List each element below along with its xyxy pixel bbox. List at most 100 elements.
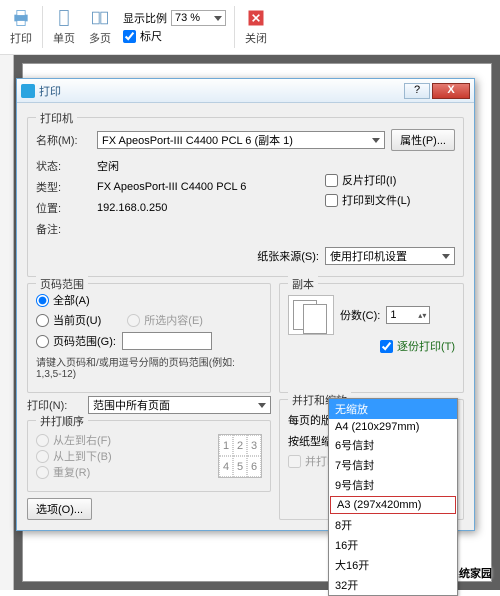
chevron-down-icon — [214, 16, 222, 21]
order-rp-radio: 重复(R) — [36, 464, 212, 480]
status-label: 状态: — [36, 158, 91, 174]
order-lr-radio: 从左到右(F) — [36, 432, 212, 448]
papersource-label: 纸张来源(S): — [257, 248, 319, 264]
order-tb-input — [36, 450, 49, 463]
where-value: 192.168.0.250 — [97, 202, 167, 214]
ruler-check-input[interactable] — [123, 30, 136, 43]
spinner-arrows-icon: ▴▾ — [418, 311, 426, 320]
dropdown-option[interactable]: 大16开 — [329, 555, 457, 575]
close-button[interactable]: X — [432, 83, 470, 99]
printwhat-label: 打印(N): — [27, 397, 82, 413]
ribbon-multipage-label: 多页 — [89, 30, 111, 46]
papersource-value: 使用打印机设置 — [330, 248, 407, 264]
copies-legend: 副本 — [288, 276, 318, 292]
range-pages-radio[interactable]: 页码范围(G): — [36, 333, 116, 349]
order-rp-label: 重复(R) — [53, 464, 90, 480]
order-tb-radio: 从上到下(B) — [36, 448, 212, 464]
pagerange-group: 页码范围 全部(A) 当前页(U) 所选内容(E) 页码范围(G): 请键入页码… — [27, 283, 271, 393]
properties-button[interactable]: 属性(P)... — [391, 129, 455, 151]
copies-count-spinner[interactable]: 1 ▴▾ — [386, 306, 430, 324]
range-selection-label: 所选内容(E) — [144, 312, 203, 328]
printer-legend: 打印机 — [36, 110, 77, 126]
order-tb-label: 从上到下(B) — [53, 448, 112, 464]
mirror-check-input[interactable] — [325, 174, 338, 187]
range-selection-radio[interactable]: 所选内容(E) — [127, 312, 203, 328]
chevron-down-icon — [372, 138, 380, 143]
comment-label: 备注: — [36, 221, 91, 237]
dialog-title: 打印 — [39, 83, 402, 99]
printer-name-combobox[interactable]: FX ApeosPort-III C4400 PCL 6 (副本 1) — [97, 131, 385, 149]
singlepage-icon — [54, 8, 74, 28]
dropdown-option[interactable]: 8开 — [329, 515, 457, 535]
close-icon — [246, 8, 266, 28]
dropdown-option[interactable]: 6号信封 — [329, 435, 457, 455]
printwhat-combobox[interactable]: 范围中所有页面 — [88, 396, 271, 414]
papersource-combobox[interactable]: 使用打印机设置 — [325, 247, 455, 265]
ribbon-multipage-button[interactable]: 多页 — [83, 2, 117, 52]
order-legend: 并打顺序 — [36, 413, 88, 429]
pagerange-legend: 页码范围 — [36, 276, 88, 292]
mirror-label: 反片打印(I) — [342, 172, 396, 188]
ribbon-singlepage-label: 单页 — [53, 30, 75, 46]
dialog-titlebar[interactable]: 打印 ? X — [17, 79, 474, 103]
type-label: 类型: — [36, 179, 91, 195]
dropdown-option[interactable]: 无缩放 — [329, 399, 457, 419]
range-pages-label: 页码范围(G): — [53, 333, 116, 349]
ruler-label: 标尺 — [140, 28, 162, 44]
printer-group: 打印机 名称(M): FX ApeosPort-III C4400 PCL 6 … — [27, 117, 464, 277]
tofile-checkbox[interactable]: 打印到文件(L) — [325, 192, 455, 208]
mirror-checkbox[interactable]: 反片打印(I) — [325, 172, 455, 188]
copies-count-value: 1 — [390, 309, 396, 321]
separator — [42, 6, 43, 48]
name-label: 名称(M): — [36, 132, 91, 148]
chevron-down-icon — [442, 254, 450, 259]
tofile-check-input[interactable] — [325, 194, 338, 207]
range-all-label: 全部(A) — [53, 292, 90, 308]
ribbon-print-label: 打印 — [10, 30, 32, 46]
where-label: 位置: — [36, 200, 91, 216]
copies-count-label: 份数(C): — [340, 307, 380, 323]
ruler-checkbox[interactable]: 标尺 — [123, 28, 226, 44]
range-all-input[interactable] — [36, 294, 49, 307]
range-pages-field[interactable] — [122, 332, 212, 350]
help-button[interactable]: ? — [404, 83, 430, 99]
paperzoom-dropdown[interactable]: 无缩放 A4 (210x297mm) 6号信封 7号信封 9号信封 A3 (29… — [328, 398, 458, 596]
dropdown-option[interactable]: 16开 — [329, 535, 457, 555]
ribbon-print-button[interactable]: 打印 — [4, 2, 38, 52]
dropdown-option[interactable]: A4 (210x297mm) — [329, 419, 457, 435]
multipage-icon — [90, 8, 110, 28]
zoom-label: 显示比例 — [123, 10, 167, 26]
range-selection-input — [127, 314, 140, 327]
type-value: FX ApeosPort-III C4400 PCL 6 — [97, 181, 246, 193]
ribbon-zoom-group: 显示比例 73 % 标尺 — [119, 2, 230, 52]
copies-icon — [288, 295, 334, 335]
dropdown-option[interactable]: 32开 — [329, 575, 457, 595]
drawsep-check-input — [288, 455, 301, 468]
collate-check-input[interactable] — [380, 340, 393, 353]
range-all-radio[interactable]: 全部(A) — [36, 292, 262, 308]
range-current-radio[interactable]: 当前页(U) — [36, 312, 101, 328]
ribbon-close-button[interactable]: 关闭 — [239, 2, 273, 52]
dropdown-option[interactable]: 9号信封 — [329, 475, 457, 495]
options-button[interactable]: 选项(O)... — [27, 498, 92, 520]
dropdown-option[interactable]: 7号信封 — [329, 455, 457, 475]
app-icon — [21, 84, 35, 98]
order-rp-input — [36, 466, 49, 479]
range-hint: 请键入页码和/或用逗号分隔的页码范围(例如: 1,3,5-12) — [36, 354, 262, 380]
zoom-value: 73 % — [175, 12, 200, 24]
order-lr-input — [36, 434, 49, 447]
zoom-combobox[interactable]: 73 % — [171, 10, 226, 26]
copies-group: 副本 份数(C): 1▴▾ 逐份打印(T) — [279, 283, 464, 393]
order-group: 并打顺序 从左到右(F) 从上到下(B) 重复(R) 123456 — [27, 420, 271, 492]
tofile-label: 打印到文件(L) — [342, 192, 410, 208]
ribbon-singlepage-button[interactable]: 单页 — [47, 2, 81, 52]
collate-label: 逐份打印(T) — [397, 338, 455, 354]
collate-checkbox[interactable]: 逐份打印(T) — [288, 338, 455, 354]
range-pages-input[interactable] — [36, 335, 49, 348]
range-current-input[interactable] — [36, 314, 49, 327]
separator — [234, 6, 235, 48]
dropdown-option-highlighted[interactable]: A3 (297x420mm) — [330, 496, 456, 514]
status-value: 空闲 — [97, 158, 119, 174]
vertical-ruler — [0, 55, 14, 590]
printwhat-value: 范围中所有页面 — [93, 397, 170, 413]
